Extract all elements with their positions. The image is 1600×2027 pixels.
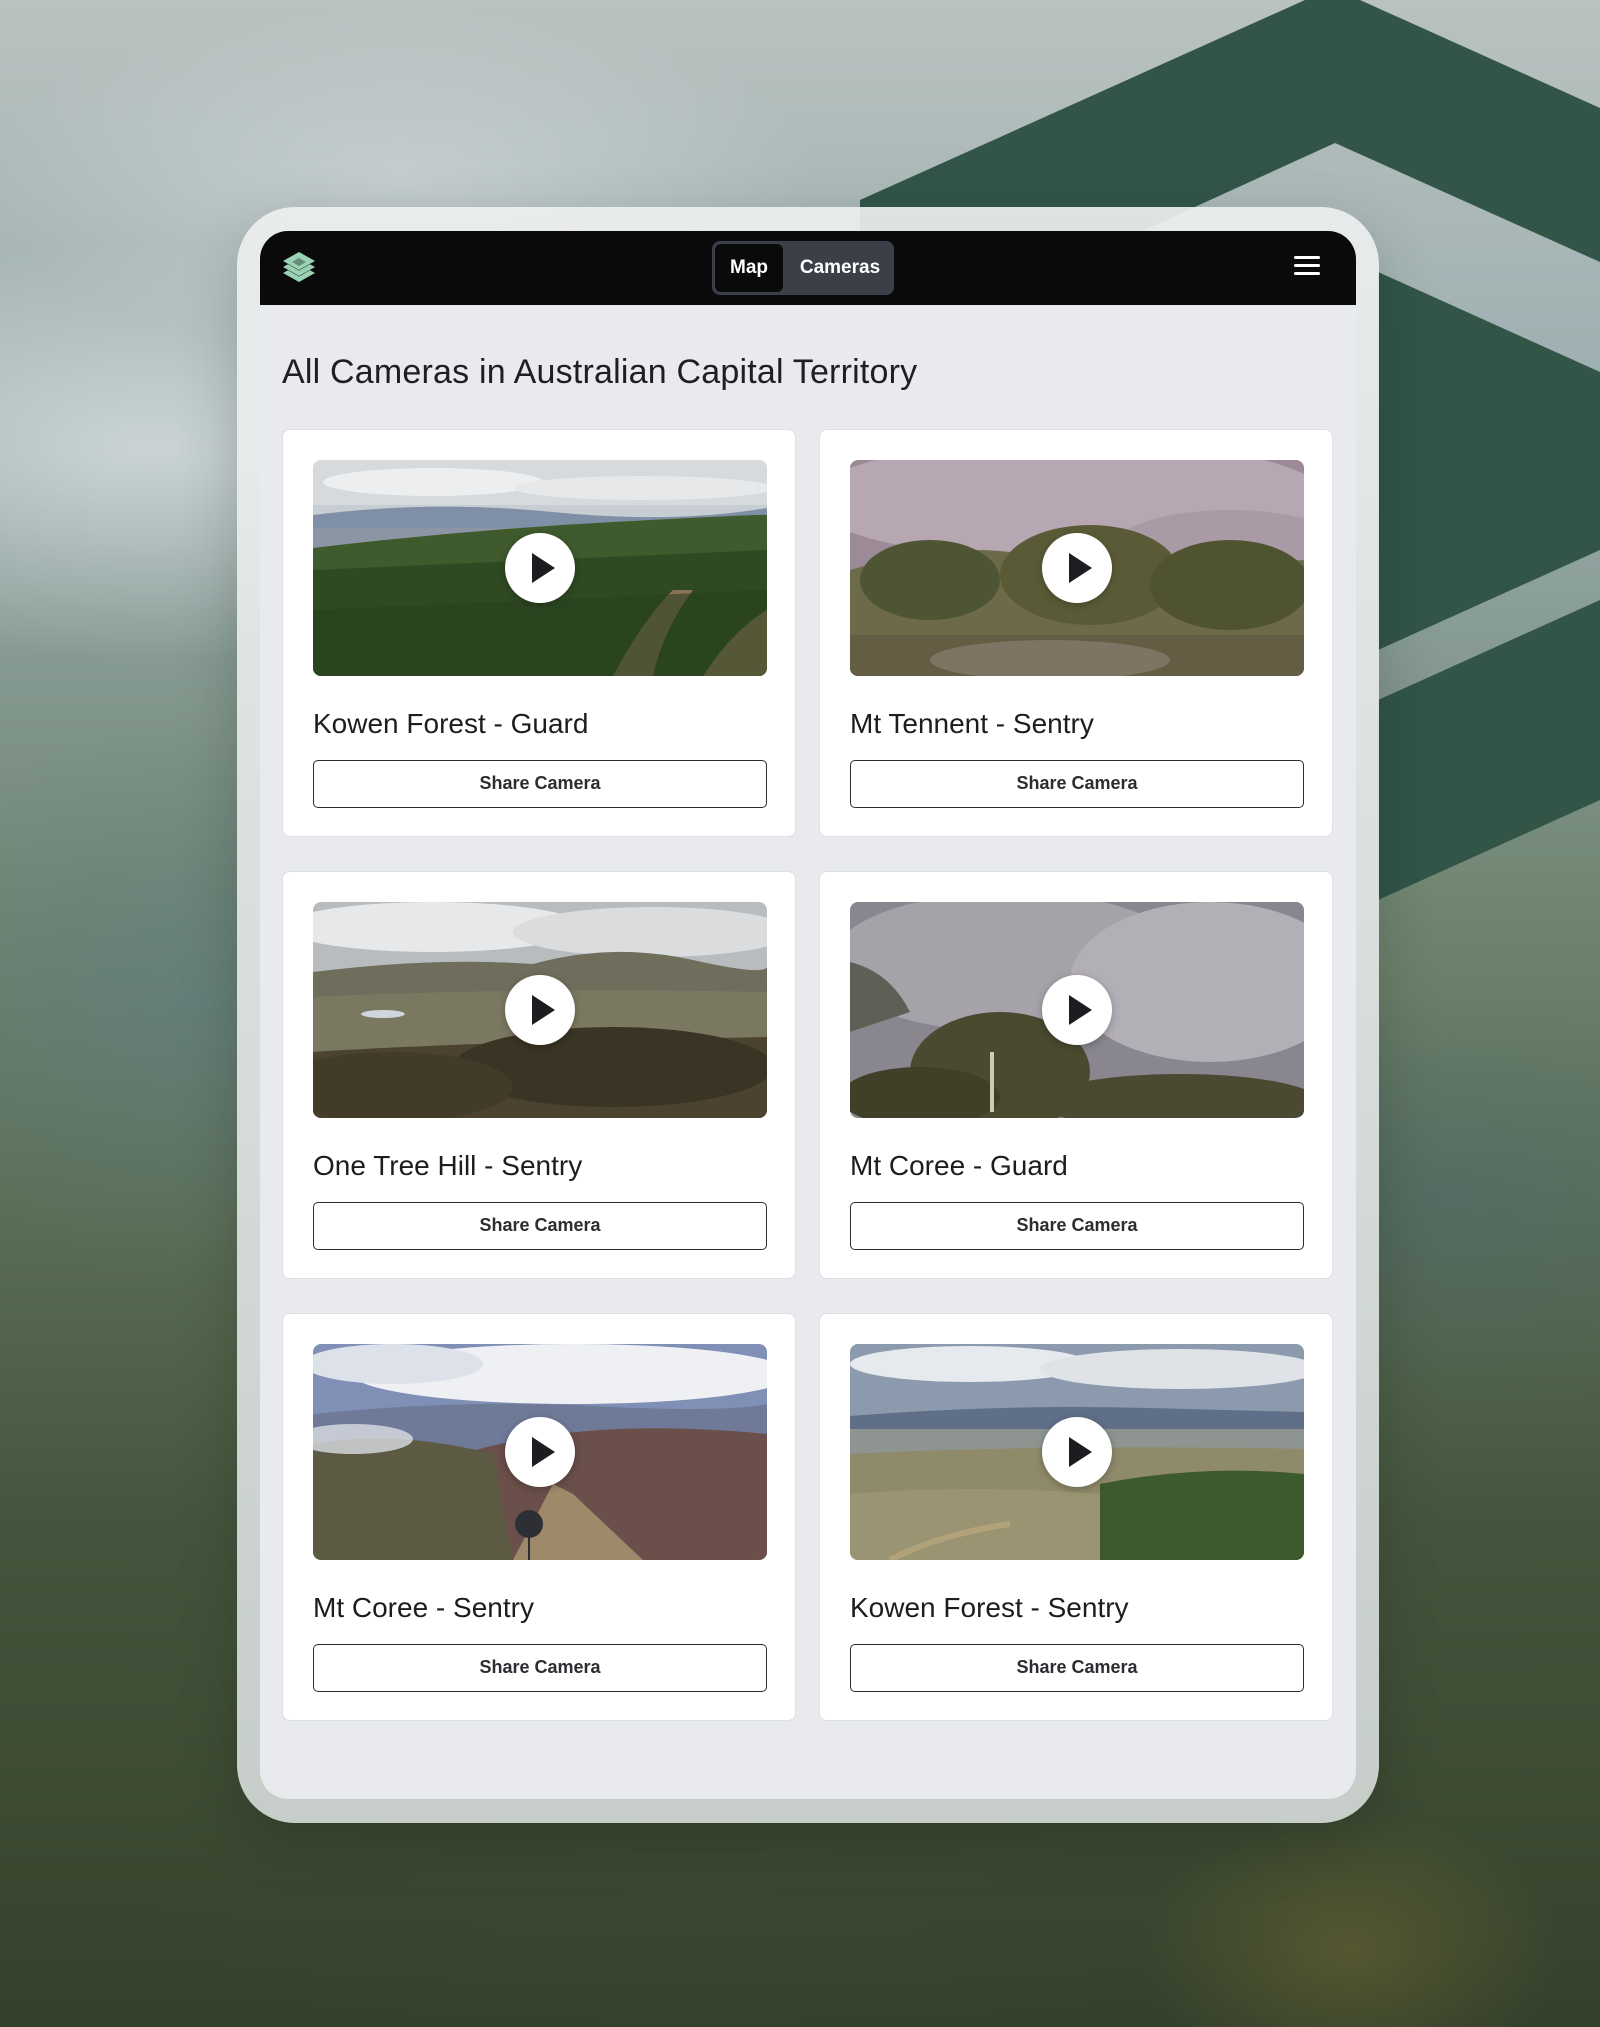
play-icon[interactable] <box>1042 1417 1112 1487</box>
hamburger-menu-icon[interactable] <box>1294 256 1320 280</box>
play-icon[interactable] <box>505 975 575 1045</box>
page-title: All Cameras in Australian Capital Territ… <box>282 353 918 391</box>
top-navigation-bar: Map Cameras <box>260 231 1356 305</box>
share-camera-button[interactable]: Share Camera <box>313 1644 767 1692</box>
share-camera-button[interactable]: Share Camera <box>850 1644 1304 1692</box>
camera-card: Kowen Forest - Sentry Share Camera <box>819 1313 1333 1721</box>
share-camera-button[interactable]: Share Camera <box>850 1202 1304 1250</box>
share-camera-button[interactable]: Share Camera <box>850 760 1304 808</box>
share-camera-button[interactable]: Share Camera <box>313 1202 767 1250</box>
camera-card: Mt Coree - Guard Share Camera <box>819 871 1333 1279</box>
camera-thumbnail[interactable] <box>850 1344 1304 1560</box>
camera-thumbnail[interactable] <box>313 460 767 676</box>
camera-card: Mt Tennent - Sentry Share Camera <box>819 429 1333 837</box>
camera-thumbnail[interactable] <box>313 902 767 1118</box>
share-camera-button[interactable]: Share Camera <box>313 760 767 808</box>
play-icon[interactable] <box>505 533 575 603</box>
stacked-layers-logo-icon[interactable] <box>280 249 318 287</box>
camera-thumbnail[interactable] <box>850 460 1304 676</box>
camera-name: Mt Coree - Guard <box>850 1150 1068 1181</box>
camera-name: Mt Coree - Sentry <box>313 1592 534 1623</box>
tab-cameras[interactable]: Cameras <box>790 244 890 292</box>
camera-name: Mt Tennent - Sentry <box>850 708 1094 739</box>
view-toggle: Map Cameras <box>712 241 894 295</box>
camera-thumbnail[interactable] <box>850 902 1304 1118</box>
camera-thumbnail[interactable] <box>313 1344 767 1560</box>
tab-map[interactable]: Map <box>715 244 783 292</box>
play-icon[interactable] <box>1042 975 1112 1045</box>
camera-name: One Tree Hill - Sentry <box>313 1150 583 1181</box>
app-screen: Map Cameras All Cameras in Australian Ca… <box>260 231 1356 1799</box>
camera-card: Kowen Forest - Guard Share Camera <box>282 429 796 837</box>
camera-name: Kowen Forest - Sentry <box>850 1592 1129 1623</box>
camera-card: Mt Coree - Sentry Share Camera <box>282 1313 796 1721</box>
camera-card: One Tree Hill - Sentry Share Camera <box>282 871 796 1279</box>
play-icon[interactable] <box>505 1417 575 1487</box>
camera-name: Kowen Forest - Guard <box>313 708 589 739</box>
play-icon[interactable] <box>1042 533 1112 603</box>
